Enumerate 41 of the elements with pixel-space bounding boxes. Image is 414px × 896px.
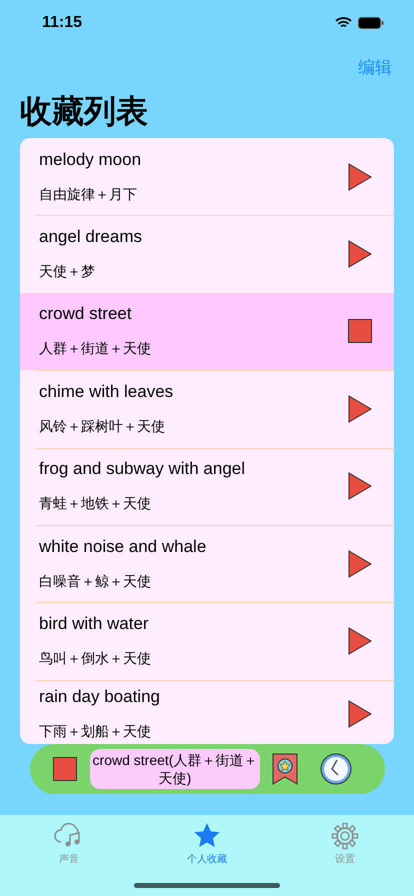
favorite-row[interactable]: bird with water 鸟叫＋倒水＋天使 — [20, 602, 394, 680]
play-icon[interactable] — [348, 240, 372, 268]
status-time: 11:15 — [42, 14, 82, 32]
track-subtitle: 鸟叫＋倒水＋天使 — [39, 650, 152, 668]
track-subtitle: 下雨＋划船＋天使 — [39, 722, 152, 741]
track-title: bird with water — [39, 614, 150, 634]
bookmark-star-icon[interactable] — [272, 752, 298, 785]
play-icon[interactable] — [348, 394, 372, 423]
play-icon[interactable] — [348, 472, 372, 500]
favorite-row[interactable]: angel dreams 天使＋梦 — [20, 215, 394, 293]
track-title: chime with leaves — [39, 382, 174, 402]
play-icon[interactable] — [348, 700, 372, 728]
track-title: frog and subway with angel — [39, 459, 246, 480]
star-icon — [193, 822, 221, 850]
track-subtitle: 自由旋律＋月下 — [39, 186, 138, 204]
track-subtitle: 天使＋梦 — [39, 263, 96, 282]
track-title: melody moon — [39, 150, 142, 170]
play-icon[interactable] — [348, 162, 372, 191]
clock-icon[interactable] — [320, 752, 352, 785]
play-icon[interactable] — [348, 550, 372, 578]
wifi-icon — [335, 17, 352, 29]
track-title: crowd street — [39, 304, 133, 324]
favorite-row[interactable]: frog and subway with angel 青蛙＋地铁＋天使 — [20, 448, 394, 525]
page-title: 收藏列表 — [20, 92, 149, 131]
track-title: angel dreams — [39, 227, 144, 248]
now-playing-title: crowd street(人群＋街道＋天使) — [90, 748, 260, 789]
stop-icon[interactable] — [348, 319, 372, 344]
play-icon[interactable] — [348, 627, 372, 656]
favorite-row[interactable]: crowd street 人群＋街道＋天使 — [20, 292, 394, 370]
track-subtitle: 白噪音＋鲸＋天使 — [39, 572, 152, 591]
stop-icon[interactable] — [53, 756, 77, 781]
track-subtitle: 风铃＋踩树叶＋天使 — [39, 418, 166, 436]
favorite-row[interactable]: white noise and whale 白噪音＋鲸＋天使 — [20, 524, 394, 602]
track-title: white noise and whale — [39, 536, 208, 557]
settings-icon — [331, 822, 359, 850]
battery-icon — [358, 17, 384, 29]
favorite-row[interactable]: melody moon 自由旋律＋月下 — [20, 138, 394, 216]
track-subtitle: 人群＋街道＋天使 — [39, 340, 152, 358]
track-subtitle: 青蛙＋地铁＋天使 — [39, 495, 152, 514]
track-title: rain day boating — [39, 686, 161, 707]
favorite-row[interactable]: chime with leaves 风铃＋踩树叶＋天使 — [20, 370, 394, 448]
